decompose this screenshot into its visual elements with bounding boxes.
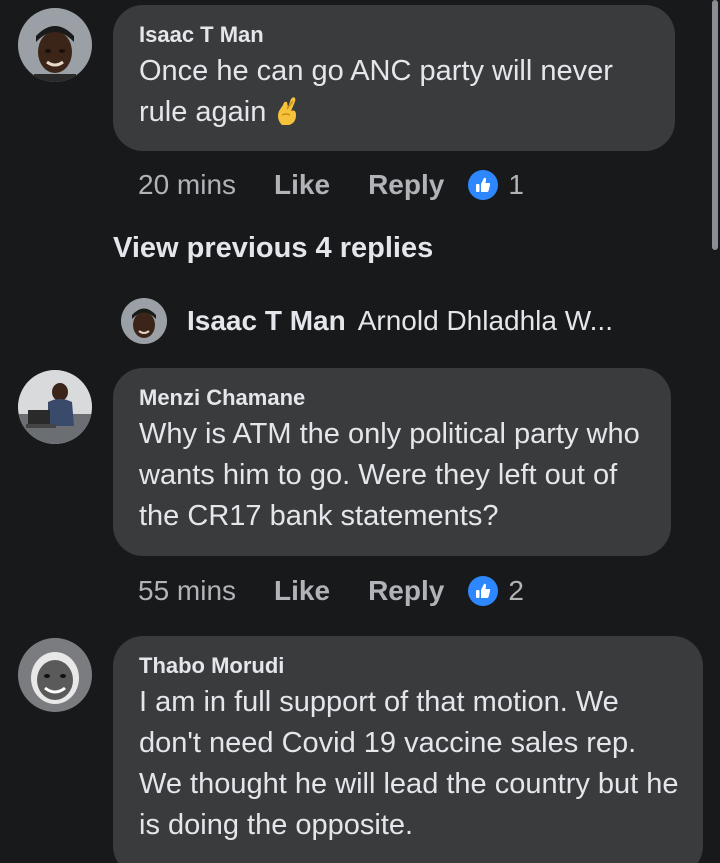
like-button[interactable]: Like [274, 169, 330, 201]
comment-text: Once he can go ANC party will never rule… [139, 51, 651, 139]
thumbs-up-icon [468, 170, 499, 200]
avatar[interactable] [18, 8, 92, 82]
comment-text-content: Once he can go ANC party will never rule… [139, 55, 613, 128]
avatar[interactable] [18, 638, 92, 712]
comment-bubble[interactable]: Isaac T Man Once he can go ANC party wil… [113, 5, 675, 151]
reply-button[interactable]: Reply [368, 169, 444, 201]
collapsed-reply[interactable]: Isaac T Man Arnold Dhladhla W... [121, 296, 613, 346]
view-previous-replies-link[interactable]: View previous 4 replies [113, 232, 433, 265]
comment-time[interactable]: 20 mins [138, 169, 236, 201]
reaction-count: 1 [508, 169, 524, 200]
profile-photo [18, 370, 92, 444]
profile-photo [18, 8, 92, 82]
like-button[interactable]: Like [274, 575, 330, 607]
comment-text: Why is ATM the only political party who … [139, 418, 640, 532]
comment-text: I am in full support of that motion. We … [139, 686, 679, 841]
reply-snippet: Arnold Dhladhla W... [357, 305, 613, 336]
avatar[interactable] [121, 298, 167, 344]
comment-bubble[interactable]: Thabo Morudi I am in full support of tha… [113, 636, 703, 863]
comment-time[interactable]: 55 mins [138, 575, 236, 607]
comments-screen: Isaac T Man Once he can go ANC party wil… [0, 0, 720, 863]
avatar[interactable] [18, 370, 92, 444]
profile-photo [121, 298, 167, 344]
scrollbar[interactable] [712, 0, 718, 250]
crossed-fingers-icon [274, 95, 300, 139]
reaction-summary[interactable]: 1 [468, 169, 524, 201]
reaction-count: 2 [508, 575, 524, 606]
comment-author[interactable]: Menzi Chamane [139, 384, 647, 412]
profile-photo [18, 638, 92, 712]
thumbs-up-icon [468, 576, 499, 606]
comment-actions: 55 mins Like Reply 2 [138, 571, 524, 611]
reply-button[interactable]: Reply [368, 575, 444, 607]
comment-bubble[interactable]: Menzi Chamane Why is ATM the only politi… [113, 368, 671, 556]
reaction-summary[interactable]: 2 [468, 575, 524, 607]
reply-author[interactable]: Isaac T Man [187, 305, 346, 337]
comment-actions: 20 mins Like Reply 1 [138, 165, 524, 205]
comment-author[interactable]: Isaac T Man [139, 21, 651, 49]
comment-author[interactable]: Thabo Morudi [139, 652, 679, 680]
